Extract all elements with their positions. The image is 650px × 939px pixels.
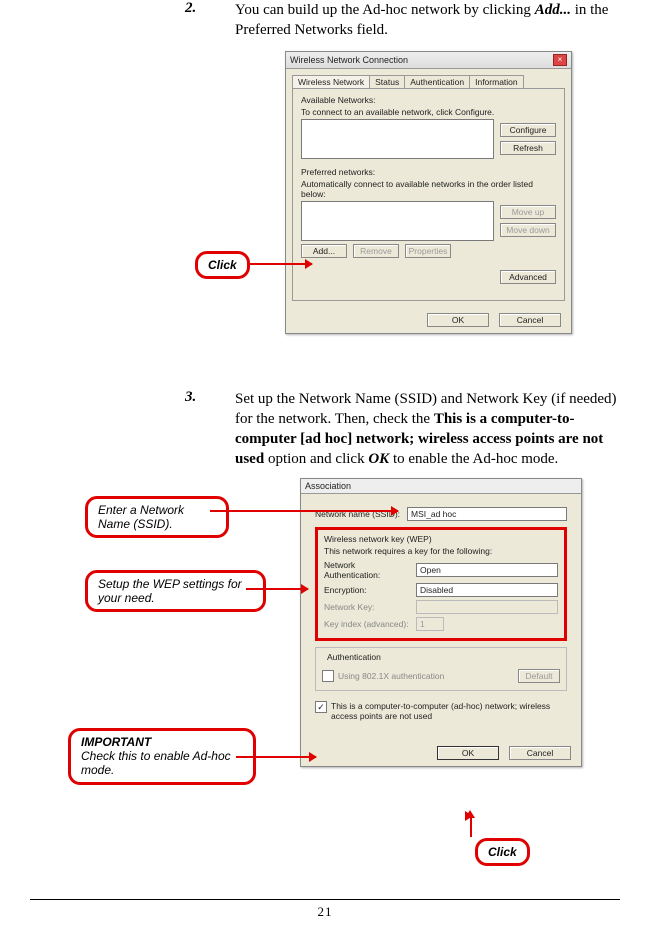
dialog2-titlebar: Association	[301, 479, 581, 494]
dialog1-buttons: OK Cancel	[286, 307, 571, 333]
close-icon[interactable]: ×	[553, 54, 567, 66]
available-networks-group: Available Networks: To connect to an ava…	[301, 95, 556, 159]
callout-click-text: Click	[208, 258, 237, 272]
tab-status[interactable]: Status	[369, 75, 405, 88]
moveup-button[interactable]: Move up	[500, 205, 556, 219]
dialog2-buttons: OK Cancel	[301, 740, 581, 766]
netauth-label: Network Authentication:	[324, 560, 412, 580]
tab-information[interactable]: Information	[469, 75, 524, 88]
figure-1: Wireless Network Connection × Wireless N…	[30, 51, 620, 371]
figure-2: Association Network name (SSID): MSI_ad …	[30, 478, 620, 878]
callout-important-title: IMPORTANT	[81, 735, 151, 749]
callout-wep-text: Setup the WEP settings for your need.	[98, 577, 242, 605]
tab-authentication[interactable]: Authentication	[404, 75, 470, 88]
step-3-number: 3.	[30, 389, 225, 406]
callout-important-text: Check this to enable Ad-hoc mode.	[81, 749, 231, 777]
callout-ssid: Enter a Network Name (SSID).	[85, 496, 229, 539]
refresh-button[interactable]: Refresh	[500, 141, 556, 155]
callout-wep: Setup the WEP settings for your need.	[85, 570, 266, 613]
arrow-ssid	[210, 510, 398, 512]
wep-title: Wireless network key (WEP)	[324, 534, 558, 544]
step-3-mid: option and click	[264, 451, 368, 467]
footer-divider	[30, 899, 620, 900]
keyindex-label: Key index (advanced):	[324, 619, 412, 629]
auth-section: Authentication Using 802.1X authenticati…	[315, 647, 567, 691]
arrow-wep	[246, 588, 308, 590]
remove-button[interactable]: Remove	[353, 244, 399, 258]
dialog-association: Association Network name (SSID): MSI_ad …	[300, 478, 582, 767]
netauth-row: Network Authentication: Open	[324, 560, 558, 580]
networkkey-label: Network Key:	[324, 602, 412, 612]
keyindex-row: Key index (advanced): 1	[324, 617, 558, 631]
dialog2-panel: Network name (SSID): MSI_ad hoc Wireless…	[307, 494, 575, 734]
tab-wireless-network[interactable]: Wireless Network	[292, 75, 370, 88]
available-listbox[interactable]	[301, 119, 494, 159]
dialog1-titlebar: Wireless Network Connection ×	[286, 52, 571, 69]
step-2: 2. You can build up the Ad-hoc network b…	[30, 0, 620, 41]
available-desc: To connect to an available network, clic…	[301, 107, 556, 117]
step-2-prefix: You can build up the Ad-hoc network by c…	[235, 2, 535, 18]
movedown-button[interactable]: Move down	[500, 223, 556, 237]
dialog1-panel: Available Networks: To connect to an ava…	[292, 88, 565, 301]
page-number: 21	[0, 904, 650, 920]
add-button[interactable]: Add...	[301, 244, 347, 258]
dialog1-title: Wireless Network Connection	[290, 55, 408, 65]
step-2-text: You can build up the Ad-hoc network by c…	[225, 0, 620, 41]
use8021x-label: Using 802.1X authentication	[338, 671, 444, 681]
dialog2-title: Association	[305, 481, 351, 491]
networkkey-input[interactable]	[416, 600, 558, 614]
advanced-button[interactable]: Advanced	[500, 270, 556, 284]
keyindex-input[interactable]: 1	[416, 617, 444, 631]
step-2-number: 2.	[30, 0, 225, 17]
dialog2-ok-button[interactable]: OK	[437, 746, 499, 760]
step-3-text: Set up the Network Name (SSID) and Netwo…	[225, 389, 620, 470]
step-2-add: Add...	[535, 2, 571, 18]
arrow-important	[236, 756, 316, 758]
callout-click-ok: Click	[475, 838, 530, 866]
configure-button[interactable]: Configure	[500, 123, 556, 137]
wep-redbox: Wireless network key (WEP) This network …	[315, 527, 567, 641]
preferred-desc: Automatically connect to available netwo…	[301, 179, 556, 199]
wep-desc: This network requires a key for the foll…	[324, 546, 558, 556]
default-button[interactable]: Default	[518, 669, 560, 683]
arrow-click-add	[249, 263, 312, 265]
callout-click-add: Click	[195, 251, 250, 279]
auth-section-label: Authentication	[324, 652, 384, 662]
adhoc-row: ✓ This is a computer-to-computer (ad-hoc…	[315, 701, 567, 721]
dialog-wireless-connection: Wireless Network Connection × Wireless N…	[285, 51, 572, 334]
adhoc-checkbox[interactable]: ✓	[315, 701, 327, 713]
netauth-select[interactable]: Open	[416, 563, 558, 577]
dialog1-tabs: Wireless Network Status Authentication I…	[292, 75, 565, 88]
preferred-networks-group: Preferred networks: Automatically connec…	[301, 167, 556, 284]
step-3-suffix: to enable the Ad-hoc mode.	[389, 451, 558, 467]
arrow-click-ok-head	[465, 810, 475, 818]
step-3: 3. Set up the Network Name (SSID) and Ne…	[30, 389, 620, 470]
properties-button[interactable]: Properties	[405, 244, 451, 258]
dialog2-cancel-button[interactable]: Cancel	[509, 746, 571, 760]
dialog1-cancel-button[interactable]: Cancel	[499, 313, 561, 327]
adhoc-text: This is a computer-to-computer (ad-hoc) …	[331, 701, 567, 721]
callout-important: IMPORTANT Check this to enable Ad-hoc mo…	[68, 728, 256, 785]
callout-ssid-text: Enter a Network Name (SSID).	[98, 503, 184, 531]
encryption-row: Encryption: Disabled	[324, 583, 558, 597]
use8021x-row: Using 802.1X authentication Default	[322, 669, 560, 683]
step-3-ok: OK	[368, 451, 389, 467]
available-label: Available Networks:	[301, 95, 556, 105]
encryption-select[interactable]: Disabled	[416, 583, 558, 597]
arrow-click-ok	[470, 815, 472, 837]
use8021x-checkbox[interactable]	[322, 670, 334, 682]
callout-click-ok-text: Click	[488, 845, 517, 859]
preferred-listbox[interactable]	[301, 201, 494, 241]
encryption-label: Encryption:	[324, 585, 412, 595]
ssid-input[interactable]: MSI_ad hoc	[407, 507, 567, 521]
dialog1-ok-button[interactable]: OK	[427, 313, 489, 327]
networkkey-row: Network Key:	[324, 600, 558, 614]
preferred-label: Preferred networks:	[301, 167, 556, 177]
